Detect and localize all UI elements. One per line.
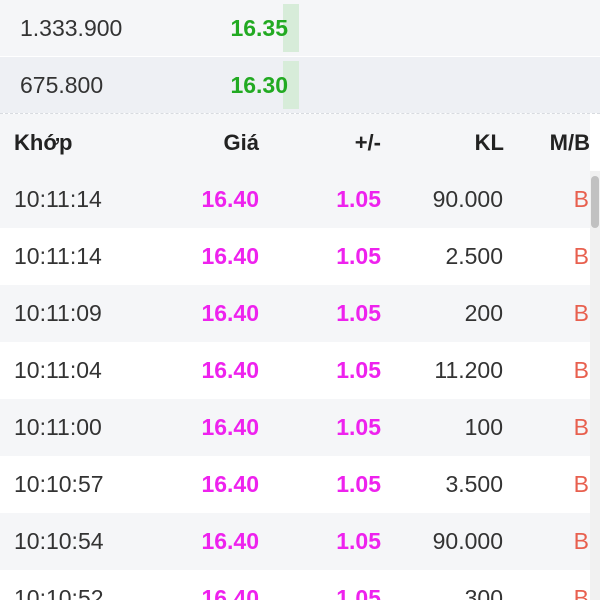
header-change: +/- xyxy=(354,130,381,155)
trade-side: B xyxy=(573,243,589,269)
trade-change: 1.05 xyxy=(336,300,381,326)
trade-price: 16.40 xyxy=(201,471,259,497)
trade-change: 1.05 xyxy=(336,186,381,212)
table-row[interactable]: 10:10:52 16.40 1.05 300 B xyxy=(0,570,590,600)
trade-volume: 300 xyxy=(464,585,503,600)
trade-price: 16.40 xyxy=(201,300,259,326)
table-row[interactable]: 10:11:14 16.40 1.05 90.000 B xyxy=(0,171,590,228)
trade-side: B xyxy=(573,414,589,440)
trade-time: 10:11:00 xyxy=(14,414,102,440)
table-row[interactable]: 10:11:00 16.40 1.05 100 B xyxy=(0,399,590,456)
order-book-price: 16.30 xyxy=(230,72,288,98)
trade-change: 1.05 xyxy=(336,243,381,269)
trade-price: 16.40 xyxy=(201,357,259,383)
header-time: Khớp xyxy=(14,130,73,155)
trade-change: 1.05 xyxy=(336,528,381,554)
trade-volume: 2.500 xyxy=(445,243,503,269)
trade-time: 10:10:52 xyxy=(14,585,104,600)
table-row[interactable]: 10:10:57 16.40 1.05 3.500 B xyxy=(0,456,590,513)
trade-time: 10:11:14 xyxy=(14,243,102,269)
scrollbar-thumb[interactable] xyxy=(591,176,599,228)
scrollbar-track[interactable] xyxy=(590,171,600,600)
trade-side: B xyxy=(573,471,589,497)
stock-trade-panel: 1.333.900 16.35 675.800 16.30 Khớp Giá +… xyxy=(0,0,600,600)
trade-volume: 90.000 xyxy=(432,186,503,212)
table-row[interactable]: 10:11:04 16.40 1.05 11.200 B xyxy=(0,342,590,399)
trade-price: 16.40 xyxy=(201,243,259,269)
trade-time: 10:11:04 xyxy=(14,357,102,383)
trade-time: 10:10:57 xyxy=(14,471,104,497)
trade-side: B xyxy=(573,585,589,600)
trade-side: B xyxy=(573,186,589,212)
trade-volume: 3.500 xyxy=(445,471,503,497)
trade-change: 1.05 xyxy=(336,471,381,497)
trade-price: 16.40 xyxy=(201,414,259,440)
trade-side: B xyxy=(573,357,589,383)
trade-price: 16.40 xyxy=(201,585,259,600)
trade-volume: 90.000 xyxy=(432,528,503,554)
trade-time: 10:11:09 xyxy=(14,300,102,326)
order-book-row: 1.333.900 16.35 xyxy=(0,0,600,56)
header-volume: KL xyxy=(474,130,504,155)
trade-time: 10:10:54 xyxy=(14,528,104,554)
table-row[interactable]: 10:11:09 16.40 1.05 200 B xyxy=(0,285,590,342)
order-book-volume: 1.333.900 xyxy=(20,15,123,41)
trade-change: 1.05 xyxy=(336,357,381,383)
trade-change: 1.05 xyxy=(336,414,381,440)
header-price: Giá xyxy=(223,130,259,155)
trade-side: B xyxy=(573,528,589,554)
order-book-price: 16.35 xyxy=(230,15,288,41)
trade-change: 1.05 xyxy=(336,585,381,600)
trade-side: B xyxy=(573,300,589,326)
trade-price: 16.40 xyxy=(201,186,259,212)
trade-volume: 200 xyxy=(464,300,503,326)
header-side: M/B xyxy=(549,130,590,155)
table-row[interactable]: 10:10:54 16.40 1.05 90.000 B xyxy=(0,513,590,570)
trades-table-header: Khớp Giá +/- KL M/B xyxy=(0,114,590,171)
trade-price: 16.40 xyxy=(201,528,259,554)
trade-time: 10:11:14 xyxy=(14,186,102,212)
order-book-row: 675.800 16.30 xyxy=(0,57,600,113)
table-row[interactable]: 10:11:14 16.40 1.05 2.500 B xyxy=(0,228,590,285)
trade-volume: 11.200 xyxy=(434,357,503,383)
order-book-volume: 675.800 xyxy=(20,72,104,98)
trade-volume: 100 xyxy=(464,414,503,440)
